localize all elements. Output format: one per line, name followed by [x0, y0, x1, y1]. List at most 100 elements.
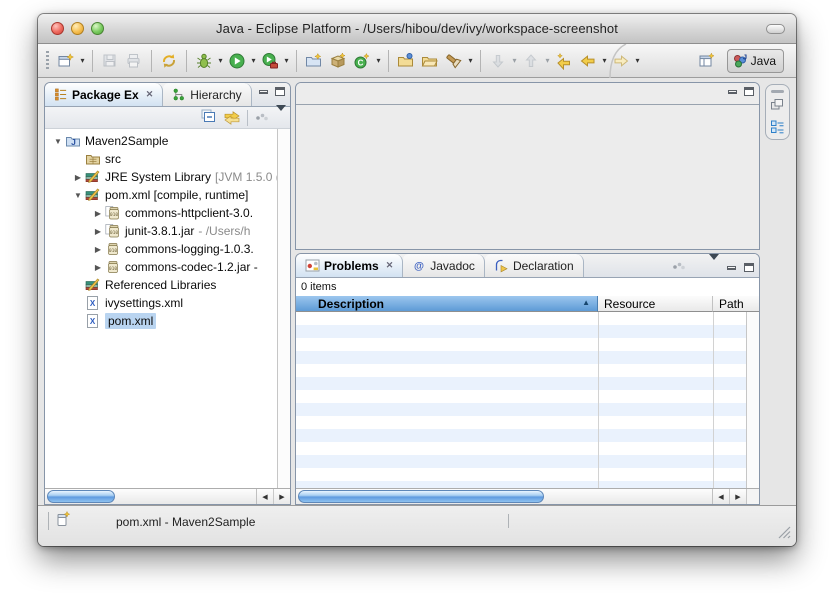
next-annotation-button[interactable] [486, 48, 510, 74]
maximize-editor-button[interactable] [744, 87, 754, 96]
tree-item-jre-system-library[interactable]: ▶ JRE System Library [JVM 1.5.0 ( [45, 168, 290, 186]
search-button[interactable] [442, 48, 466, 74]
run-button[interactable] [225, 48, 249, 74]
tab-declaration[interactable]: Declaration [485, 254, 584, 277]
tree-item-maven2sample[interactable]: ▼ J Maven2Sample [45, 132, 290, 150]
column-header-description[interactable]: Description ▲ [296, 296, 598, 312]
save-button[interactable] [98, 48, 122, 74]
expand-toggle-icon[interactable]: ▶ [91, 263, 105, 272]
tree-item-commons-logging[interactable]: ▶ 010 commons-logging-1.0.3. [45, 240, 290, 258]
scroll-right-arrow[interactable]: ▶ [730, 489, 746, 504]
collapse-all-button[interactable] [200, 108, 217, 128]
open-type-button[interactable] [394, 48, 418, 74]
jar-with-source-icon: 010 [105, 205, 121, 221]
column-header-path[interactable]: Path [713, 296, 759, 312]
new-wizard-dropdown[interactable]: ▾ [78, 56, 87, 65]
close-tab-icon[interactable]: ✕ [386, 260, 394, 271]
toolbar-drag-handle[interactable] [46, 51, 49, 71]
column-header-resource[interactable]: Resource [598, 296, 713, 312]
resize-grip[interactable] [777, 525, 792, 540]
vertical-scrollbar[interactable] [277, 129, 290, 488]
print-button[interactable] [122, 48, 146, 74]
titlebar: Java - Eclipse Platform - /Users/hibou/d… [38, 14, 796, 44]
toolbar-toggle-lozenge[interactable] [766, 24, 785, 34]
refresh-button[interactable] [157, 48, 181, 74]
drag-handle-icon[interactable] [771, 90, 784, 93]
expand-toggle-icon[interactable]: ▼ [51, 137, 65, 146]
eclipse-window: Java - Eclipse Platform - /Users/hibou/d… [38, 14, 796, 546]
previous-annotation-button[interactable] [519, 48, 543, 74]
tree-item-ivysettings[interactable]: X ivysettings.xml [45, 294, 290, 312]
scroll-right-arrow[interactable]: ▶ [274, 489, 290, 504]
new-package-button[interactable] [326, 48, 350, 74]
new-java-project-button[interactable] [302, 48, 326, 74]
run-icon [228, 52, 246, 70]
forward-button[interactable] [609, 48, 633, 74]
tree-item-referenced-libraries[interactable]: Referenced Libraries [45, 276, 290, 294]
minimize-editor-button[interactable] [728, 90, 737, 94]
new-wizard-button[interactable] [54, 48, 78, 74]
external-tools-dropdown[interactable]: ▾ [282, 56, 291, 65]
view-menu-chevron[interactable] [276, 111, 286, 126]
expand-toggle-icon[interactable]: ▶ [91, 245, 105, 254]
new-class-button[interactable]: C [350, 48, 374, 74]
link-with-editor-button[interactable] [223, 109, 241, 128]
expand-toggle-icon[interactable]: ▶ [91, 227, 105, 236]
minimize-view-button[interactable] [727, 266, 736, 270]
scroll-left-arrow[interactable]: ◀ [257, 489, 274, 504]
back-dropdown[interactable]: ▾ [600, 56, 609, 65]
expand-toggle-icon[interactable]: ▶ [71, 173, 85, 182]
tree-item-pom-container[interactable]: ▼ pom.xml [compile, runtime] [45, 186, 290, 204]
open-folder-button[interactable] [418, 48, 442, 74]
expand-toggle-icon[interactable]: ▼ [71, 191, 85, 200]
print-icon [125, 52, 143, 70]
outline-view-button[interactable] [770, 119, 785, 138]
view-menu-chevron[interactable] [709, 260, 719, 275]
debug-dropdown[interactable]: ▾ [216, 56, 225, 65]
fast-view-icon[interactable] [55, 510, 72, 528]
scrollbar-thumb[interactable] [47, 490, 115, 503]
restore-views-button[interactable] [770, 98, 785, 114]
open-perspective-button[interactable] [695, 48, 719, 74]
new-class-icon: C [353, 52, 371, 70]
tab-label: Package Ex [72, 88, 139, 102]
scrollbar-thumb[interactable] [298, 490, 544, 503]
view-menu-button[interactable] [254, 109, 270, 128]
tab-package-explorer[interactable]: Package Ex ✕ [45, 83, 163, 106]
tree-item-commons-codec[interactable]: ▶ 010 commons-codec-1.2.jar - [45, 258, 290, 276]
forward-dropdown[interactable]: ▾ [633, 56, 642, 65]
column-divider[interactable] [598, 312, 599, 488]
tab-problems[interactable]: Problems ✕ [296, 254, 403, 277]
view-menu-button[interactable] [671, 258, 687, 277]
back-icon [579, 52, 597, 70]
tree-item-pom-xml[interactable]: X pom.xml [45, 312, 290, 330]
view-menu-dots-icon [254, 109, 270, 125]
next-annotation-dropdown[interactable]: ▾ [510, 56, 519, 65]
tree-item-commons-httpclient[interactable]: ▶ 010 commons-httpclient-3.0. [45, 204, 290, 222]
tree-item-junit[interactable]: ▶ 010 junit-3.8.1.jar - /Users/h [45, 222, 290, 240]
java-perspective-button[interactable]: J Java [727, 49, 784, 73]
expand-toggle-icon[interactable]: ▶ [91, 209, 105, 218]
external-tools-button[interactable] [258, 48, 282, 74]
tree-item-src[interactable]: src [45, 150, 290, 168]
problems-icon [305, 258, 320, 273]
maximize-view-button[interactable] [275, 87, 285, 96]
tab-label: Declaration [513, 259, 574, 273]
column-divider[interactable] [713, 312, 714, 488]
close-tab-icon[interactable]: ✕ [146, 89, 154, 100]
scroll-left-arrow[interactable]: ◀ [713, 489, 730, 504]
search-dropdown[interactable]: ▾ [466, 56, 475, 65]
run-dropdown[interactable]: ▾ [249, 56, 258, 65]
last-edit-location-button[interactable] [552, 48, 576, 74]
vertical-scrollbar[interactable] [746, 312, 759, 488]
back-button[interactable] [576, 48, 600, 74]
previous-annotation-dropdown[interactable]: ▾ [543, 56, 552, 65]
minimize-view-button[interactable] [259, 90, 268, 94]
tab-javadoc[interactable]: @ Javadoc [403, 254, 485, 277]
problems-table-header: Description ▲ Resource Path [296, 296, 759, 312]
new-class-dropdown[interactable]: ▾ [374, 56, 383, 65]
tab-hierarchy[interactable]: Hierarchy [163, 83, 251, 106]
debug-button[interactable] [192, 48, 216, 74]
library-icon [85, 277, 101, 293]
maximize-view-button[interactable] [744, 263, 754, 272]
